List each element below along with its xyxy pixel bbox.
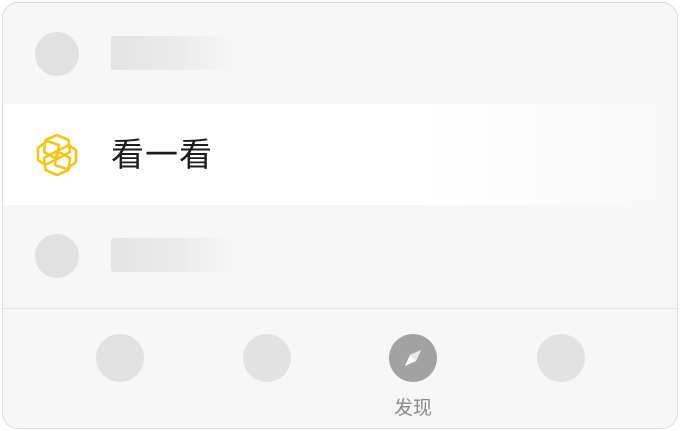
tab-placeholder[interactable] [243,334,291,382]
list-item-label: 看一看 [111,135,213,174]
tab-placeholder[interactable] [96,334,144,382]
tab-discover[interactable] [389,334,437,382]
list-item-top-stories[interactable]: 看一看 [3,104,677,205]
list-item-placeholder [3,3,677,104]
placeholder-avatar [35,234,79,278]
compass-icon [405,350,421,366]
app-frame: 看一看 发现 [2,2,678,429]
moments-star-icon [36,133,78,177]
tab-discover-label: 发现 [393,397,432,419]
list-item-placeholder [3,205,677,306]
placeholder-avatar [35,32,79,76]
placeholder-text [111,238,235,272]
placeholder-text [111,36,235,70]
tab-placeholder[interactable] [537,334,585,382]
bottom-tab-bar: 发现 [3,308,677,428]
